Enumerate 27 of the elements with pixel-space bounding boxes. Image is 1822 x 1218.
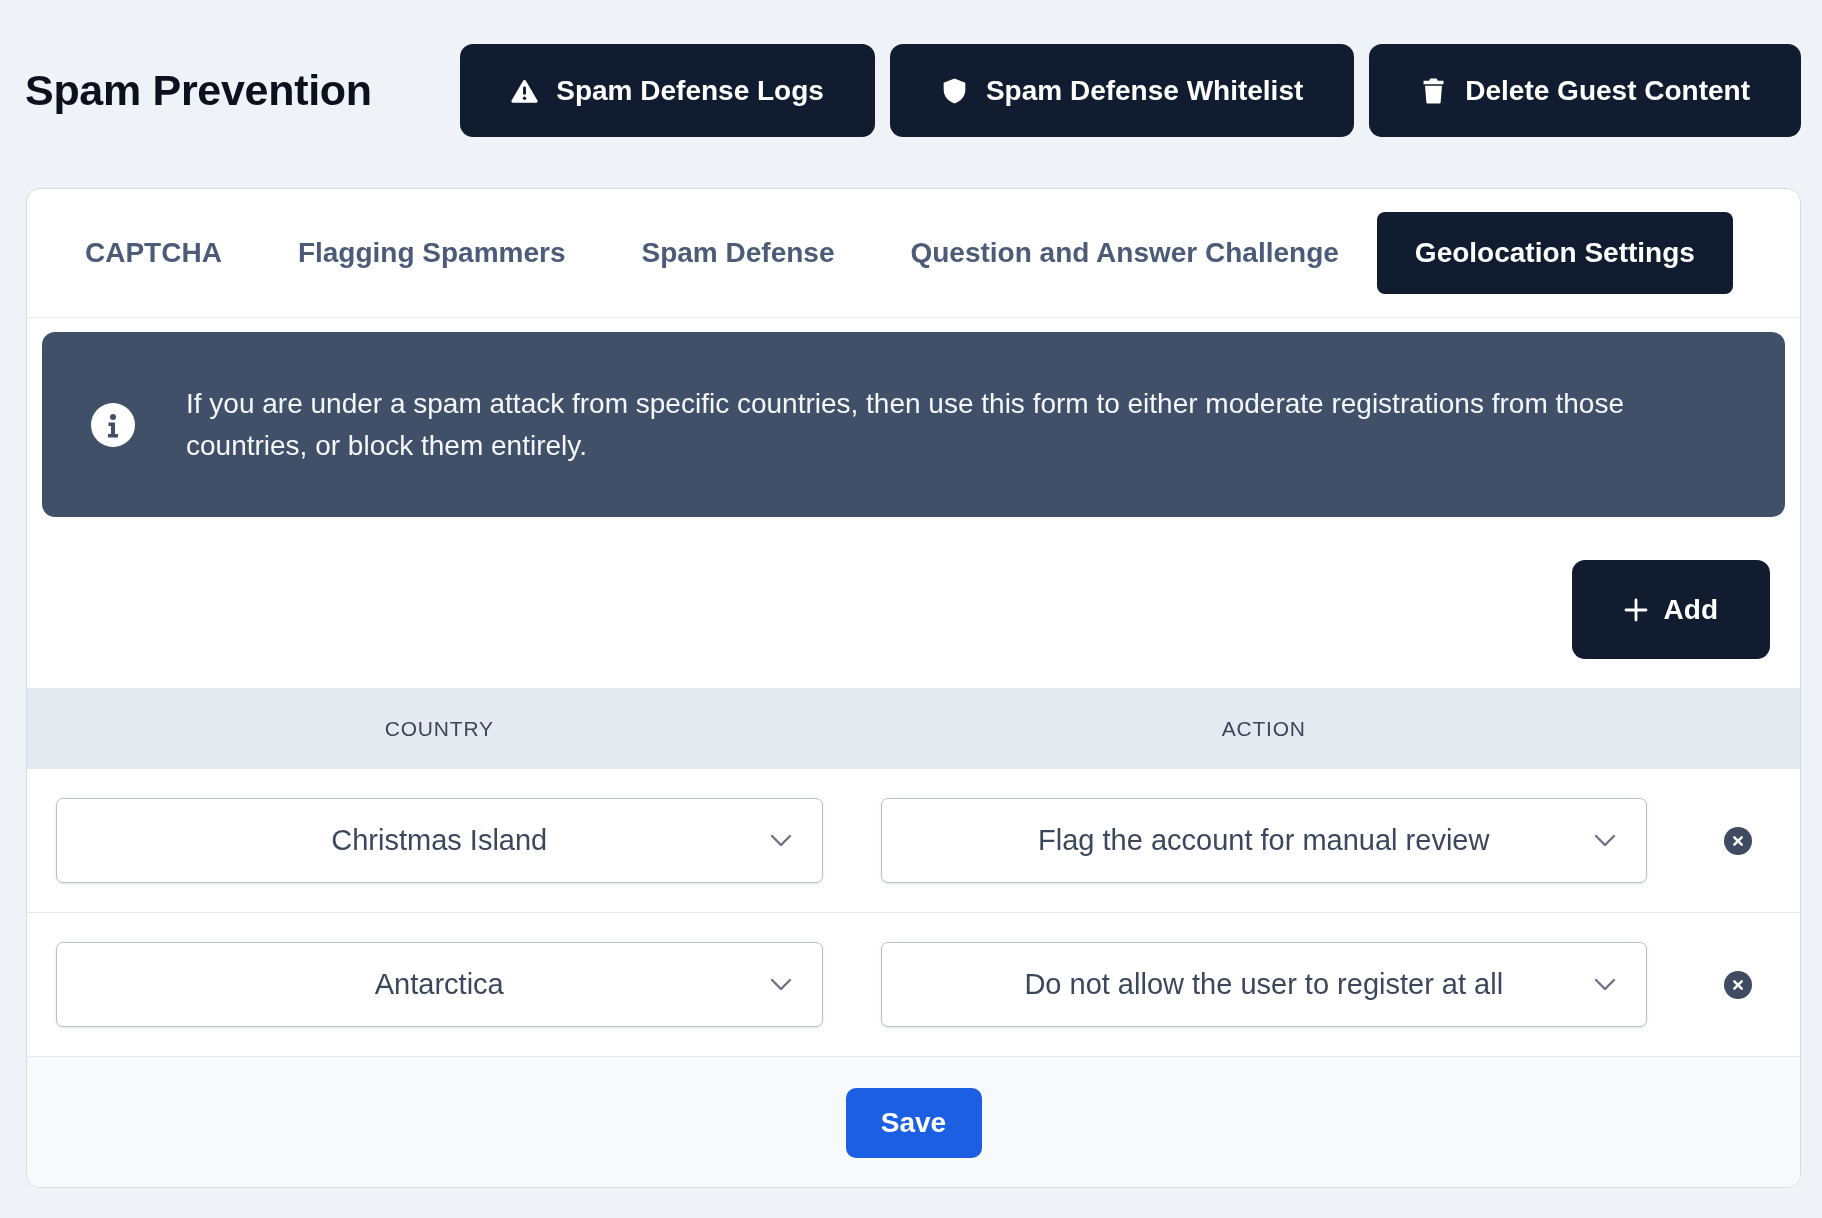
header-button[interactable]: Spam Defense Whitelist	[889, 44, 1355, 137]
header-button[interactable]: Spam Defense Logs	[460, 44, 875, 137]
chevron-down-icon	[769, 834, 792, 847]
chevron-down-icon	[1594, 834, 1616, 847]
save-button[interactable]: Save	[845, 1088, 982, 1158]
chevron-down-icon	[769, 978, 792, 991]
header-button[interactable]: Delete Guest Content	[1369, 44, 1801, 137]
warning-icon	[511, 77, 539, 104]
remove-circle-icon[interactable]	[1724, 826, 1752, 855]
info-text: If you are under a spam attack from specific countries, then use this form to either moderate registrations from those countries, or block them entirely.	[186, 386, 1625, 463]
country-select[interactable]: Christmas Island	[56, 798, 823, 883]
chevron-down-icon	[1594, 978, 1616, 991]
tab[interactable]: Flagging Spammers	[259, 212, 604, 294]
add-button[interactable]: Add	[1571, 560, 1770, 659]
tab[interactable]: CAPTCHA	[47, 212, 260, 294]
country-select[interactable]: Antarctica	[56, 942, 823, 1027]
action-select[interactable]: Flag the account for manual review	[880, 798, 1647, 883]
page-title: Spam Prevention	[25, 66, 372, 115]
action-select[interactable]: Do not allow the user to register at all	[880, 942, 1647, 1027]
remove-circle-icon[interactable]	[1724, 970, 1752, 999]
column-header: COUNTRY	[383, 716, 495, 741]
tab[interactable]: Question and Answer Challenge	[872, 212, 1377, 294]
tab[interactable]: Geolocation Settings	[1376, 212, 1733, 294]
column-header: ACTION	[1220, 716, 1307, 741]
tab[interactable]: Spam Defense	[603, 212, 873, 294]
plus-icon	[1623, 597, 1648, 622]
info-icon	[91, 402, 135, 447]
